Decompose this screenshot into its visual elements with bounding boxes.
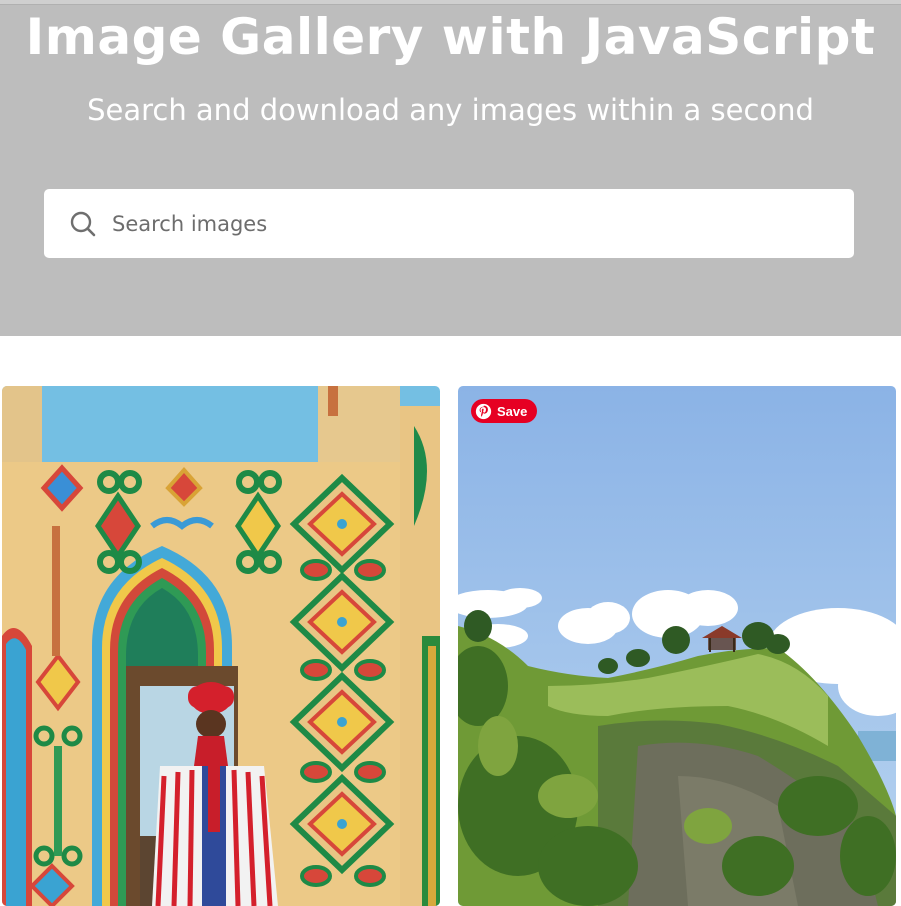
search-input[interactable]: [112, 189, 832, 258]
page-title: Image Gallery with JavaScript: [25, 8, 876, 66]
search-box[interactable]: [44, 189, 854, 258]
browser-edge: [0, 0, 901, 5]
gallery-image: [2, 386, 440, 906]
pinterest-save-button[interactable]: Save: [471, 399, 538, 423]
gallery-image: [458, 386, 896, 906]
hero-banner: Image Gallery with JavaScript Search and…: [0, 0, 901, 336]
gallery-image-card[interactable]: [2, 386, 440, 906]
pinterest-save-label: Save: [497, 403, 528, 419]
page-subtitle: Search and download any images within a …: [87, 93, 814, 127]
gallery-image-card[interactable]: Save: [458, 386, 896, 906]
search-icon: [70, 211, 96, 237]
pinterest-icon: [475, 403, 492, 419]
